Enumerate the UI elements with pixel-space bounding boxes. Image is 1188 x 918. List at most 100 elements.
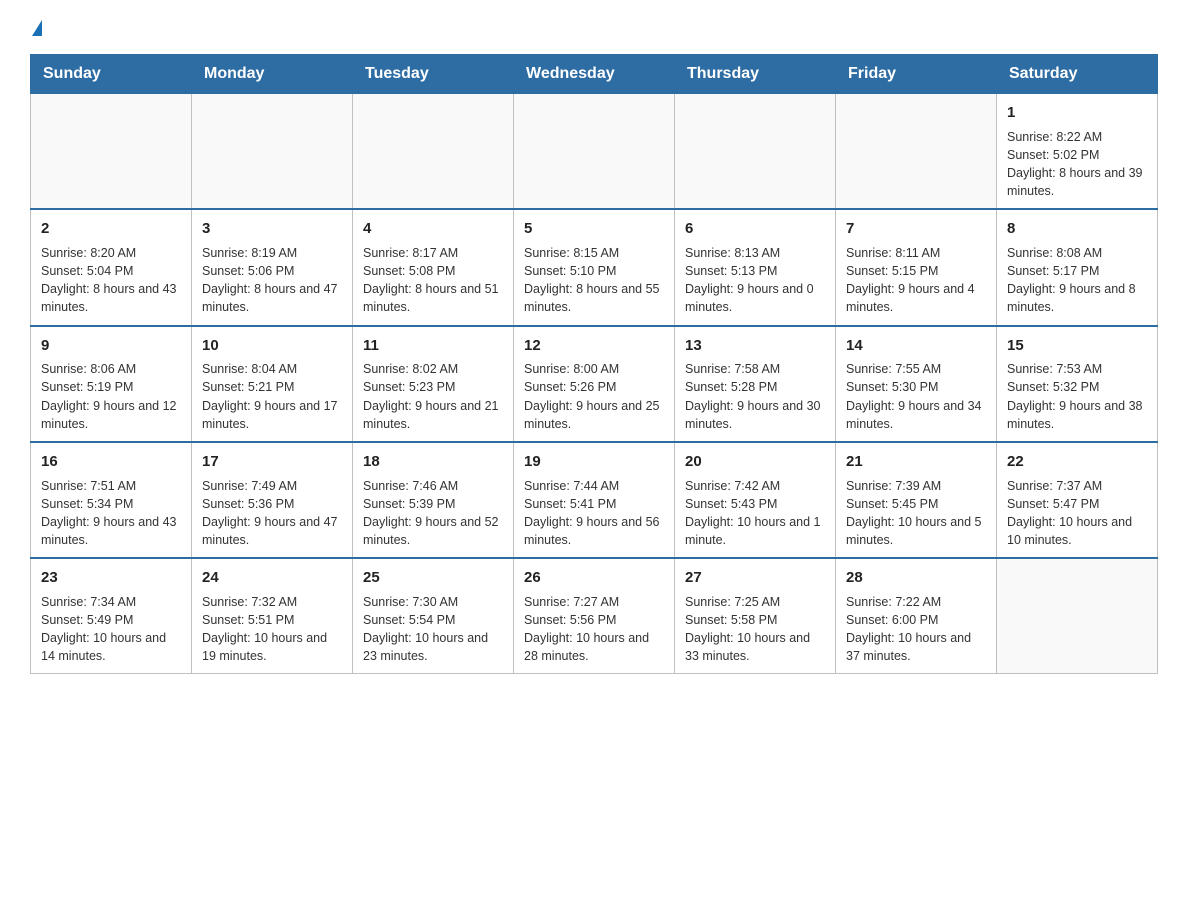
calendar-day-cell: [836, 94, 997, 210]
day-number: 11: [363, 335, 503, 357]
calendar-day-cell: 9 Sunrise: 8:06 AM Sunset: 5:19 PM Daylig…: [31, 326, 192, 442]
calendar-day-cell: 19 Sunrise: 7:44 AM Sunset: 5:41 PM Dayli…: [514, 442, 675, 558]
day-number: 27: [685, 567, 825, 589]
day-info: Sunrise: 8:20 AM Sunset: 5:04 PM Dayligh…: [41, 244, 181, 317]
calendar-day-cell: 25 Sunrise: 7:30 AM Sunset: 5:54 PM Dayli…: [353, 558, 514, 674]
calendar-day-cell: 4 Sunrise: 8:17 AM Sunset: 5:08 PM Daylig…: [353, 209, 514, 325]
weekday-header: Sunday: [31, 55, 192, 94]
day-info: Sunrise: 7:49 AM Sunset: 5:36 PM Dayligh…: [202, 477, 342, 550]
day-info: Sunrise: 8:04 AM Sunset: 5:21 PM Dayligh…: [202, 360, 342, 433]
calendar-day-cell: [31, 94, 192, 210]
day-number: 15: [1007, 335, 1147, 357]
day-info: Sunrise: 7:34 AM Sunset: 5:49 PM Dayligh…: [41, 593, 181, 666]
day-number: 18: [363, 451, 503, 473]
logo-triangle-icon: [32, 20, 42, 36]
calendar-day-cell: 18 Sunrise: 7:46 AM Sunset: 5:39 PM Dayli…: [353, 442, 514, 558]
day-number: 28: [846, 567, 986, 589]
day-info: Sunrise: 7:51 AM Sunset: 5:34 PM Dayligh…: [41, 477, 181, 550]
day-info: Sunrise: 7:42 AM Sunset: 5:43 PM Dayligh…: [685, 477, 825, 550]
calendar-day-cell: 17 Sunrise: 7:49 AM Sunset: 5:36 PM Dayli…: [192, 442, 353, 558]
calendar-day-cell: 13 Sunrise: 7:58 AM Sunset: 5:28 PM Dayli…: [675, 326, 836, 442]
calendar-day-cell: 10 Sunrise: 8:04 AM Sunset: 5:21 PM Dayli…: [192, 326, 353, 442]
day-number: 9: [41, 335, 181, 357]
day-info: Sunrise: 7:27 AM Sunset: 5:56 PM Dayligh…: [524, 593, 664, 666]
calendar-day-cell: 8 Sunrise: 8:08 AM Sunset: 5:17 PM Daylig…: [997, 209, 1158, 325]
day-number: 4: [363, 218, 503, 240]
calendar-day-cell: 7 Sunrise: 8:11 AM Sunset: 5:15 PM Daylig…: [836, 209, 997, 325]
weekday-header: Saturday: [997, 55, 1158, 94]
day-number: 23: [41, 567, 181, 589]
day-number: 17: [202, 451, 342, 473]
day-number: 1: [1007, 102, 1147, 124]
logo: [30, 20, 42, 36]
calendar-day-cell: [675, 94, 836, 210]
calendar-day-cell: 2 Sunrise: 8:20 AM Sunset: 5:04 PM Daylig…: [31, 209, 192, 325]
calendar-day-cell: 23 Sunrise: 7:34 AM Sunset: 5:49 PM Dayli…: [31, 558, 192, 674]
calendar-day-cell: 1 Sunrise: 8:22 AM Sunset: 5:02 PM Daylig…: [997, 94, 1158, 210]
calendar-table: SundayMondayTuesdayWednesdayThursdayFrid…: [30, 54, 1158, 674]
calendar-header-row: SundayMondayTuesdayWednesdayThursdayFrid…: [31, 55, 1158, 94]
day-info: Sunrise: 7:30 AM Sunset: 5:54 PM Dayligh…: [363, 593, 503, 666]
weekday-header: Monday: [192, 55, 353, 94]
calendar-day-cell: 20Sunrise: 7:42 AM Sunset: 5:43 PM Dayli…: [675, 442, 836, 558]
calendar-day-cell: 28 Sunrise: 7:22 AM Sunset: 6:00 PM Dayli…: [836, 558, 997, 674]
calendar-day-cell: [997, 558, 1158, 674]
calendar-day-cell: [192, 94, 353, 210]
day-info: Sunrise: 8:11 AM Sunset: 5:15 PM Dayligh…: [846, 244, 986, 317]
day-number: 5: [524, 218, 664, 240]
calendar-day-cell: 26 Sunrise: 7:27 AM Sunset: 5:56 PM Dayli…: [514, 558, 675, 674]
calendar-day-cell: 24 Sunrise: 7:32 AM Sunset: 5:51 PM Dayli…: [192, 558, 353, 674]
day-info: Sunrise: 8:15 AM Sunset: 5:10 PM Dayligh…: [524, 244, 664, 317]
day-number: 12: [524, 335, 664, 357]
day-number: 25: [363, 567, 503, 589]
day-info: Sunrise: 8:22 AM Sunset: 5:02 PM Dayligh…: [1007, 128, 1147, 201]
day-info: Sunrise: 7:25 AM Sunset: 5:58 PM Dayligh…: [685, 593, 825, 666]
day-number: 26: [524, 567, 664, 589]
weekday-header: Tuesday: [353, 55, 514, 94]
calendar-day-cell: 21Sunrise: 7:39 AM Sunset: 5:45 PM Dayli…: [836, 442, 997, 558]
calendar-day-cell: 22 Sunrise: 7:37 AM Sunset: 5:47 PM Dayli…: [997, 442, 1158, 558]
day-info: Sunrise: 7:53 AM Sunset: 5:32 PM Dayligh…: [1007, 360, 1147, 433]
day-number: 10: [202, 335, 342, 357]
day-info: Sunrise: 7:22 AM Sunset: 6:00 PM Dayligh…: [846, 593, 986, 666]
calendar-day-cell: 6Sunrise: 8:13 AM Sunset: 5:13 PM Daylig…: [675, 209, 836, 325]
day-number: 24: [202, 567, 342, 589]
calendar-day-cell: [353, 94, 514, 210]
page-header: [30, 20, 1158, 36]
day-number: 16: [41, 451, 181, 473]
day-info: Sunrise: 7:55 AM Sunset: 5:30 PM Dayligh…: [846, 360, 986, 433]
day-info: Sunrise: 7:37 AM Sunset: 5:47 PM Dayligh…: [1007, 477, 1147, 550]
calendar-week-row: 23 Sunrise: 7:34 AM Sunset: 5:49 PM Dayli…: [31, 558, 1158, 674]
day-info: Sunrise: 7:39 AM Sunset: 5:45 PM Dayligh…: [846, 477, 986, 550]
day-info: Sunrise: 7:46 AM Sunset: 5:39 PM Dayligh…: [363, 477, 503, 550]
day-number: 8: [1007, 218, 1147, 240]
day-info: Sunrise: 7:58 AM Sunset: 5:28 PM Dayligh…: [685, 360, 825, 433]
calendar-week-row: 2 Sunrise: 8:20 AM Sunset: 5:04 PM Daylig…: [31, 209, 1158, 325]
calendar-day-cell: [514, 94, 675, 210]
day-number: 3: [202, 218, 342, 240]
weekday-header: Friday: [836, 55, 997, 94]
calendar-day-cell: 11 Sunrise: 8:02 AM Sunset: 5:23 PM Dayli…: [353, 326, 514, 442]
calendar-week-row: 1 Sunrise: 8:22 AM Sunset: 5:02 PM Daylig…: [31, 94, 1158, 210]
day-info: Sunrise: 7:32 AM Sunset: 5:51 PM Dayligh…: [202, 593, 342, 666]
day-number: 19: [524, 451, 664, 473]
calendar-day-cell: 27 Sunrise: 7:25 AM Sunset: 5:58 PM Dayli…: [675, 558, 836, 674]
calendar-week-row: 16 Sunrise: 7:51 AM Sunset: 5:34 PM Dayli…: [31, 442, 1158, 558]
day-info: Sunrise: 8:00 AM Sunset: 5:26 PM Dayligh…: [524, 360, 664, 433]
day-number: 6: [685, 218, 825, 240]
calendar-week-row: 9 Sunrise: 8:06 AM Sunset: 5:19 PM Daylig…: [31, 326, 1158, 442]
day-number: 2: [41, 218, 181, 240]
day-number: 13: [685, 335, 825, 357]
day-info: Sunrise: 8:17 AM Sunset: 5:08 PM Dayligh…: [363, 244, 503, 317]
day-number: 7: [846, 218, 986, 240]
calendar-day-cell: 16 Sunrise: 7:51 AM Sunset: 5:34 PM Dayli…: [31, 442, 192, 558]
calendar-day-cell: 12 Sunrise: 8:00 AM Sunset: 5:26 PM Dayli…: [514, 326, 675, 442]
day-info: Sunrise: 8:06 AM Sunset: 5:19 PM Dayligh…: [41, 360, 181, 433]
day-info: Sunrise: 8:08 AM Sunset: 5:17 PM Dayligh…: [1007, 244, 1147, 317]
calendar-day-cell: 14Sunrise: 7:55 AM Sunset: 5:30 PM Dayli…: [836, 326, 997, 442]
day-number: 22: [1007, 451, 1147, 473]
calendar-day-cell: 5 Sunrise: 8:15 AM Sunset: 5:10 PM Daylig…: [514, 209, 675, 325]
weekday-header: Thursday: [675, 55, 836, 94]
day-info: Sunrise: 8:02 AM Sunset: 5:23 PM Dayligh…: [363, 360, 503, 433]
day-info: Sunrise: 7:44 AM Sunset: 5:41 PM Dayligh…: [524, 477, 664, 550]
